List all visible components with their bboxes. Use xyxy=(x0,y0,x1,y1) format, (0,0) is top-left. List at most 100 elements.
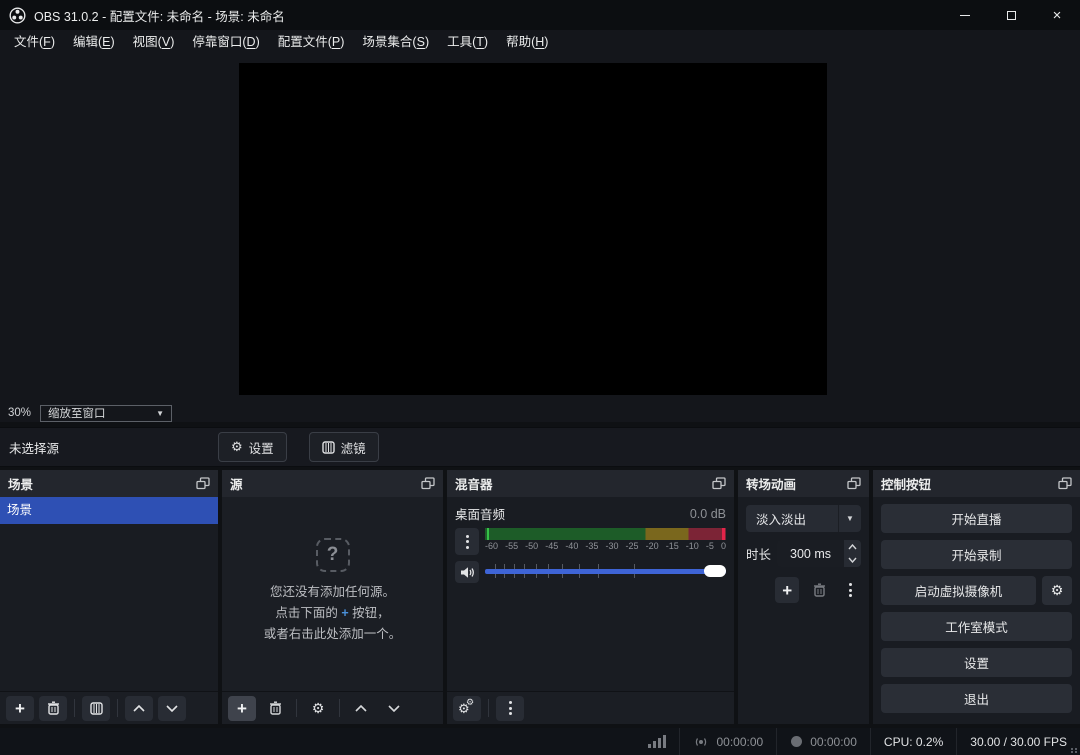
menu-item-tools[interactable]: 工具(T) xyxy=(438,30,497,55)
chevron-down-icon: ▼ xyxy=(156,409,164,418)
menu-item-view[interactable]: 视图(V) xyxy=(124,30,184,55)
controls-panel: 控制按钮 开始直播 开始录制 启动虚拟摄像机 ⚙ 工作室模式 设置 退出 xyxy=(873,470,1080,724)
menu-item-help[interactable]: 帮助(H) xyxy=(497,30,557,55)
add-source-button[interactable]: + xyxy=(228,696,256,721)
spin-buttons xyxy=(844,540,861,567)
meter-tick-label: -20 xyxy=(646,541,659,551)
spin-down-button[interactable] xyxy=(844,554,861,568)
mixer-channel-strip: 桌面音频 0.0 dB -60 -55 xyxy=(447,497,734,691)
menu-text: 工具( xyxy=(447,35,476,49)
move-scene-down-button[interactable] xyxy=(158,696,186,721)
remove-transition-button[interactable] xyxy=(809,578,830,603)
volume-slider[interactable] xyxy=(485,563,726,579)
obs-window: OBS 31.0.2 - 配置文件: 未命名 - 场景: 未命名 × 文件(F)… xyxy=(0,0,1080,755)
preview-canvas[interactable] xyxy=(239,63,827,395)
mixer-toolbar: ⚙ ⚙ xyxy=(447,691,734,724)
menu-item-profile[interactable]: 配置文件(P) xyxy=(269,30,354,55)
chevron-down-icon: ▼ xyxy=(838,505,861,532)
transition-dropdown[interactable]: 淡入淡出 ▼ xyxy=(746,505,861,532)
popout-icon[interactable] xyxy=(1058,477,1072,491)
menu-item-file[interactable]: 文件(F) xyxy=(5,30,64,55)
move-source-up-button[interactable] xyxy=(347,696,375,721)
menu-text: 帮助( xyxy=(506,35,535,49)
transition-actions: + xyxy=(746,577,861,603)
start-streaming-button[interactable]: 开始直播 xyxy=(881,504,1072,533)
popout-icon[interactable] xyxy=(712,477,726,491)
resize-grip[interactable] xyxy=(1071,748,1078,753)
source-list[interactable]: ? 您还没有添加任何源。 点击下面的 + 按钮， 或者右击此处添加一个。 xyxy=(222,497,443,691)
meter-tick-label: -55 xyxy=(505,541,518,551)
duration-label: 时长 xyxy=(746,544,771,563)
popout-icon[interactable] xyxy=(847,477,861,491)
exit-button[interactable]: 退出 xyxy=(881,684,1072,713)
cpu-value: CPU: 0.2% xyxy=(884,735,943,749)
move-scene-up-button[interactable] xyxy=(125,696,153,721)
duration-spinbox[interactable]: 300 ms xyxy=(777,540,861,567)
menu-mnemonic: F xyxy=(43,35,51,49)
advanced-audio-button[interactable]: ⚙ ⚙ xyxy=(453,696,481,721)
mixer-channel-level: 0.0 dB xyxy=(690,507,726,521)
mixer-menu-button[interactable] xyxy=(496,696,524,721)
add-scene-button[interactable]: + xyxy=(6,696,34,721)
source-context-toolbar: 未选择源 ⚙ 设置 滤镜 xyxy=(0,427,1080,467)
minimize-icon xyxy=(960,15,970,16)
meter-tick-label: 0 xyxy=(721,541,726,551)
remove-source-button[interactable] xyxy=(261,696,289,721)
signal-bars-icon xyxy=(648,735,666,748)
scenes-panel: 场景 场景 + xyxy=(0,470,218,724)
volume-slider-handle[interactable] xyxy=(704,565,726,577)
title-bar: OBS 31.0.2 - 配置文件: 未命名 - 场景: 未命名 × xyxy=(0,0,1080,30)
start-virtual-camera-button[interactable]: 启动虚拟摄像机 xyxy=(881,576,1036,605)
record-time: 00:00:00 xyxy=(810,735,857,749)
mixer-channel-menu-button[interactable] xyxy=(455,528,479,555)
zoom-mode-dropdown[interactable]: 缩放至窗口 ▼ xyxy=(40,405,172,422)
close-button[interactable]: × xyxy=(1034,0,1080,30)
popout-icon[interactable] xyxy=(196,477,210,491)
controls-panel-title: 控制按钮 xyxy=(881,474,931,493)
source-properties-toolbar-button[interactable]: ⚙ xyxy=(304,696,332,721)
meter-tick-label: -15 xyxy=(666,541,679,551)
stream-time: 00:00:00 xyxy=(716,735,763,749)
fps-indicator: 30.00 / 30.00 FPS xyxy=(956,728,1080,755)
scene-list-item-selected[interactable]: 场景 xyxy=(0,497,218,524)
studio-mode-button[interactable]: 工作室模式 xyxy=(881,612,1072,641)
volume-slider-track xyxy=(485,569,726,574)
empty-state-text: 点击下面的 xyxy=(275,606,341,620)
menu-text: ) xyxy=(111,35,115,49)
source-filters-button[interactable]: 滤镜 xyxy=(309,432,379,462)
spin-up-button[interactable] xyxy=(844,540,861,554)
sources-panel-header: 源 xyxy=(222,470,443,497)
menu-mnemonic: T xyxy=(476,35,484,49)
menu-text: 编辑( xyxy=(73,35,102,49)
move-source-down-button[interactable] xyxy=(380,696,408,721)
empty-state-line2: 点击下面的 + 按钮， xyxy=(275,603,389,624)
start-recording-button[interactable]: 开始录制 xyxy=(881,540,1072,569)
add-transition-button[interactable]: + xyxy=(775,577,799,603)
transition-menu-button[interactable] xyxy=(840,578,861,603)
sources-empty-state: ? 您还没有添加任何源。 点击下面的 + 按钮， 或者右击此处添加一个。 xyxy=(222,497,443,691)
menu-text: ) xyxy=(484,35,488,49)
empty-state-text: 按钮， xyxy=(349,606,390,620)
menu-item-edit[interactable]: 编辑(E) xyxy=(64,30,124,55)
minimize-button[interactable] xyxy=(942,0,988,30)
scene-list[interactable]: 场景 xyxy=(0,497,218,691)
menu-text: ) xyxy=(340,35,344,49)
trash-icon xyxy=(269,701,282,715)
meter-tick-label: -40 xyxy=(565,541,578,551)
transitions-panel: 转场动画 淡入淡出 ▼ 时长 300 ms xyxy=(738,470,869,724)
remove-scene-button[interactable] xyxy=(39,696,67,721)
plus-icon: + xyxy=(782,582,792,599)
trash-icon xyxy=(813,583,826,597)
plus-icon: + xyxy=(237,700,247,717)
maximize-button[interactable] xyxy=(988,0,1034,30)
mute-button[interactable] xyxy=(455,561,479,583)
virtual-camera-settings-button[interactable]: ⚙ xyxy=(1042,576,1072,605)
settings-button[interactable]: 设置 xyxy=(881,648,1072,677)
menu-item-docks[interactable]: 停靠窗口(D) xyxy=(183,30,268,55)
meter-tick-label: -25 xyxy=(626,541,639,551)
source-properties-button[interactable]: ⚙ 设置 xyxy=(218,432,287,462)
scene-filters-button[interactable] xyxy=(82,696,110,721)
menu-item-scene-collection[interactable]: 场景集合(S) xyxy=(353,30,438,55)
chevron-down-icon xyxy=(848,557,857,563)
popout-icon[interactable] xyxy=(421,477,435,491)
